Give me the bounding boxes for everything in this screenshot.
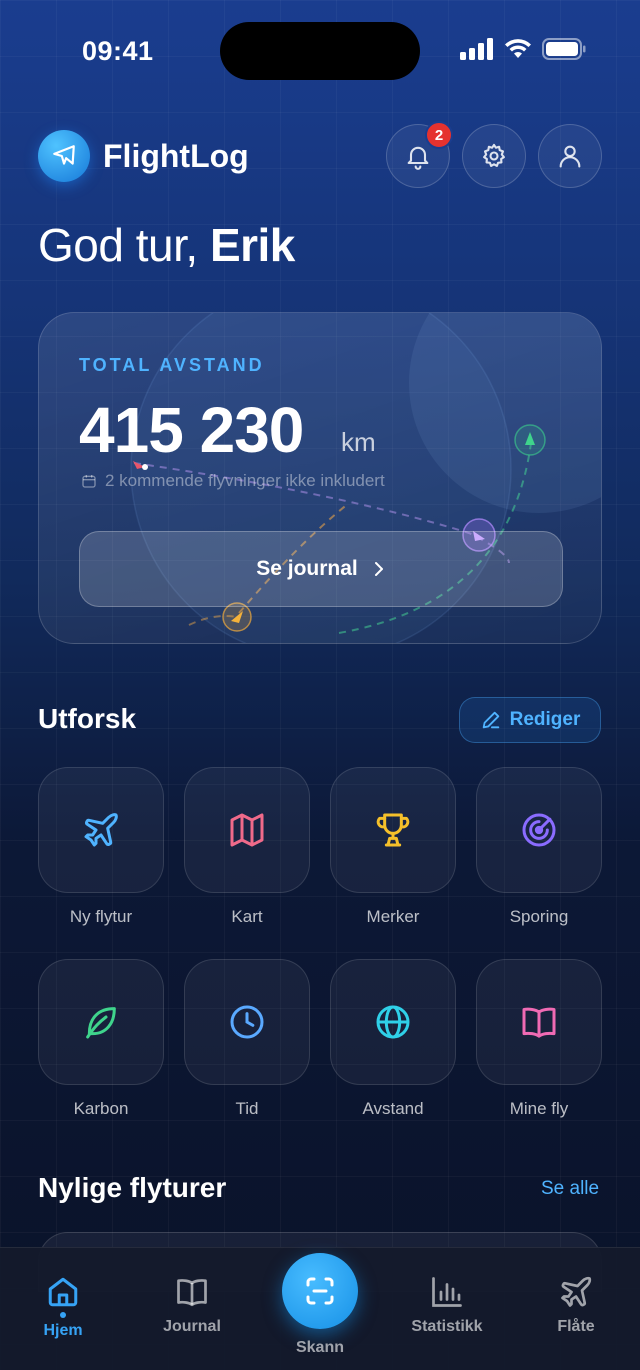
gear-icon [483,143,505,167]
plane-icon [53,145,75,165]
bell-icon [407,146,429,170]
tab-label: Statistikk [411,1318,483,1335]
book-icon [177,1279,207,1307]
active-tab-dot [60,1312,66,1318]
upcoming-flights-note: 2 kommende flyvninger ikke inkludert [81,471,385,491]
tile-label: Avstand [362,1099,424,1118]
total-distance-unit: km [341,427,376,457]
pencil-icon [482,711,499,729]
tile-label: Ny flytur [69,907,133,926]
greeting-name: Erik [209,219,295,271]
tile-merker[interactable] [330,767,456,893]
status-time: 09:41 [82,36,154,66]
tile-label: Tid [235,1099,259,1118]
recent-flights-title: Nylige flyturer [38,1172,227,1203]
globe-icon [376,1005,410,1039]
explore-title: Utforsk [38,703,137,734]
edit-label: Rediger [509,709,581,730]
plane-icon [561,1276,592,1307]
edit-button[interactable]: Rediger [459,697,601,743]
tile-kart[interactable] [184,767,310,893]
tile-label: Karbon [73,1099,129,1118]
dynamic-island [220,22,420,80]
greeting: God tur, Erik [38,218,295,272]
tile-ny-flytur[interactable] [38,767,164,893]
status-icons [460,38,586,60]
home-icon [48,1277,78,1307]
bar-chart-icon [432,1277,462,1307]
tab-statistikk[interactable]: Statistikk [392,1274,502,1336]
user-icon [559,145,581,168]
radar-icon [522,813,556,847]
tile-sporing[interactable] [476,767,602,893]
notification-badge: 2 [425,121,453,149]
tab-journal[interactable]: Journal [137,1274,247,1336]
total-distance-card: TOTAL AVSTAND 415 230 km 2 kommende flyv… [38,312,602,644]
tile-label: Mine fly [509,1099,569,1118]
total-distance-label: TOTAL AVSTAND [79,355,265,375]
see-journal-button[interactable]: Se journal [79,531,563,607]
tab-label: Journal [163,1318,221,1335]
see-all-link[interactable]: Se alle [541,1178,599,1200]
book-icon [522,1007,556,1038]
scan-label: Skann [295,1339,344,1356]
leaf-icon [86,1007,116,1039]
tile-tid[interactable] [184,959,310,1085]
tile-karbon[interactable] [38,959,164,1085]
map-icon [230,813,264,847]
signal-icon [460,38,493,60]
app-logo [38,130,90,182]
status-bar: 09:41 [0,0,640,100]
battery-icon [542,38,586,60]
clock-icon [230,1005,264,1039]
see-journal-label: Se journal [256,557,358,580]
app-name: FlightLog [103,138,249,174]
tile-label: Kart [231,907,263,926]
tab-flate[interactable]: Flåte [521,1274,631,1336]
tile-label: Merker [366,907,420,926]
wifi-icon [505,39,531,58]
tile-label: Sporing [509,907,569,926]
background-grid [0,0,640,1370]
total-distance-value: 415 230 [79,394,304,466]
tile-avstand[interactable] [330,959,456,1085]
upcoming-flights-text: 2 kommende flyvninger ikke inkludert [105,471,385,490]
tile-mine-fly[interactable] [476,959,602,1085]
greeting-prefix: God tur, [38,219,198,271]
trophy-icon [376,813,410,847]
calendar-clock-icon [82,475,96,488]
profile-button[interactable] [538,124,602,188]
tab-hjem[interactable]: Hjem [8,1274,118,1340]
scan-button[interactable] [282,1253,358,1329]
settings-button[interactable] [462,124,526,188]
notifications-button[interactable]: 2 [386,121,453,188]
tab-label: Hjem [43,1322,83,1339]
tab-label: Flåte [557,1318,595,1335]
plane-icon [84,813,118,847]
chevron-right-icon [374,562,383,576]
scan-icon [306,1277,334,1305]
